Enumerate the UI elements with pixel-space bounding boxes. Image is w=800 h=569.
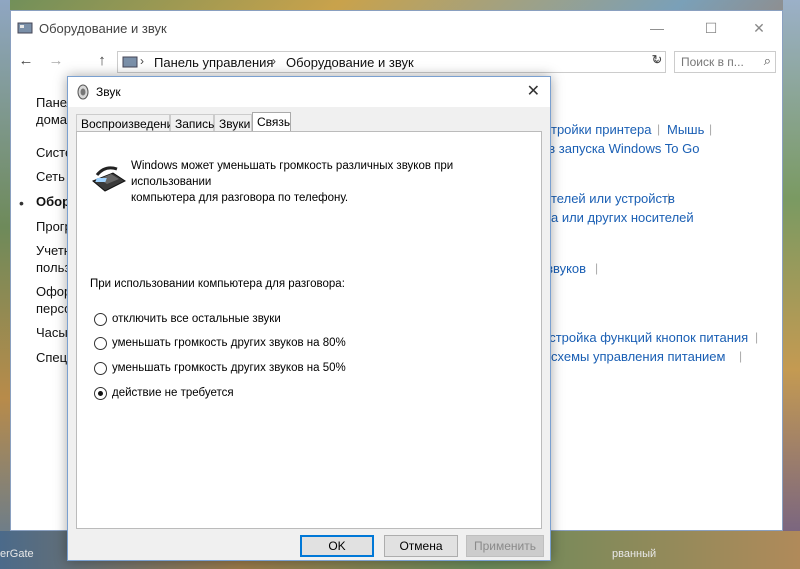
link-separator: | bbox=[739, 349, 743, 363]
search-placeholder: Поиск в п... bbox=[681, 55, 744, 69]
apply-button[interactable]: Применить bbox=[466, 535, 544, 557]
cancel-button[interactable]: Отмена bbox=[384, 535, 458, 557]
search-icon[interactable]: ⌕ bbox=[764, 53, 771, 69]
minimize-button[interactable]: — bbox=[634, 15, 680, 41]
tab-recording[interactable]: Запись bbox=[170, 114, 214, 132]
close-button[interactable]: ✕ bbox=[736, 15, 782, 41]
link-devices[interactable]: телей или устройств bbox=[551, 191, 675, 206]
question-label: При использовании компьютера для разгово… bbox=[90, 278, 345, 290]
desktop-label-right: рванный bbox=[612, 548, 657, 560]
intro-line-2: компьютера для разговора по телефону. bbox=[131, 192, 349, 204]
radio-button-selected[interactable] bbox=[94, 387, 107, 400]
radio-label: уменьшать громкость других звуков на 50% bbox=[112, 362, 346, 374]
speaker-icon bbox=[77, 84, 89, 100]
link-power-plan[interactable]: схемы управления питанием bbox=[551, 349, 725, 364]
desktop-wallpaper-right bbox=[783, 0, 800, 569]
link-separator: | bbox=[667, 191, 671, 205]
intro-text: Windows может уменьшать громкость различ… bbox=[131, 158, 531, 206]
breadcrumb-hardware-sound[interactable]: Оборудование и звук bbox=[286, 55, 414, 70]
radio-button[interactable] bbox=[94, 337, 107, 350]
search-input[interactable]: Поиск в п... ⌕ bbox=[674, 51, 776, 73]
intro-line-1: Windows может уменьшать громкость различ… bbox=[131, 160, 454, 188]
tab-communications[interactable]: Связь bbox=[252, 112, 291, 132]
link-separator: | bbox=[657, 122, 661, 136]
radio-label: действие не требуется bbox=[112, 387, 234, 399]
link-mouse[interactable]: Мышь bbox=[667, 122, 704, 137]
control-panel-icon bbox=[17, 22, 33, 34]
radio-label: отключить все остальные звуки bbox=[112, 313, 281, 325]
ok-button[interactable]: OK bbox=[300, 535, 374, 557]
radio-reduce-50[interactable]: уменьшать громкость других звуков на 50% bbox=[94, 361, 494, 377]
back-arrow-icon[interactable]: ← bbox=[15, 49, 37, 73]
communications-panel: Windows может уменьшать громкость различ… bbox=[76, 131, 542, 529]
control-panel-title: Оборудование и звук bbox=[39, 21, 167, 36]
link-separator: | bbox=[755, 330, 759, 344]
radio-selected-dot bbox=[98, 391, 103, 396]
link-power-buttons[interactable]: астройка функций кнопок питания bbox=[542, 330, 748, 345]
tab-sounds[interactable]: Звуки bbox=[214, 114, 252, 132]
desktop-label-left: erGate bbox=[0, 548, 34, 560]
radio-button[interactable] bbox=[94, 313, 107, 326]
maximize-button[interactable]: ☐ bbox=[688, 15, 734, 41]
breadcrumb-separator: › bbox=[272, 54, 276, 68]
radio-label: уменьшать громкость других звуков на 80% bbox=[112, 337, 346, 349]
link-printer-settings[interactable]: тройки принтера bbox=[551, 122, 651, 137]
sound-dialog-titlebar: Звук ✕ bbox=[68, 77, 550, 107]
dialog-close-button[interactable]: ✕ bbox=[527, 81, 540, 101]
radio-reduce-80[interactable]: уменьшать громкость других звуков на 80% bbox=[94, 336, 494, 352]
sound-dialog-title: Звук bbox=[96, 85, 121, 99]
link-sounds[interactable]: звуков bbox=[547, 261, 586, 276]
breadcrumb-separator: › bbox=[140, 54, 144, 68]
radio-mute-all[interactable]: отключить все остальные звуки bbox=[94, 312, 494, 328]
control-panel-titlebar: Оборудование и звук — ☐ ✕ bbox=[11, 11, 782, 45]
link-separator: | bbox=[709, 122, 713, 136]
telephone-icon bbox=[92, 166, 126, 192]
current-item-bullet: • bbox=[19, 195, 24, 211]
up-arrow-icon[interactable]: ↑ bbox=[91, 49, 113, 73]
refresh-icon[interactable]: ↻ bbox=[648, 49, 666, 71]
radio-button[interactable] bbox=[94, 362, 107, 375]
radio-do-nothing[interactable]: действие не требуется bbox=[94, 386, 494, 402]
tab-playback[interactable]: Воспроизведение bbox=[76, 114, 180, 132]
control-panel-address-icon bbox=[122, 56, 138, 68]
link-windows-to-go[interactable]: ов запуска Windows To Go bbox=[541, 141, 699, 156]
navigation-bar: ← → ↑ › Панель управления › Оборудование… bbox=[11, 49, 782, 73]
sound-dialog: Звук ✕ Воспроизведение Запись Звуки Связ… bbox=[67, 76, 551, 561]
address-bar[interactable]: › Панель управления › Оборудование и зву… bbox=[117, 51, 666, 73]
desktop-wallpaper-left bbox=[0, 0, 10, 569]
breadcrumb-control-panel[interactable]: Панель управления bbox=[154, 55, 273, 70]
forward-arrow-icon[interactable]: → bbox=[45, 49, 67, 73]
link-media[interactable]: ка или других носителей bbox=[545, 210, 694, 225]
link-separator: | bbox=[595, 261, 599, 275]
